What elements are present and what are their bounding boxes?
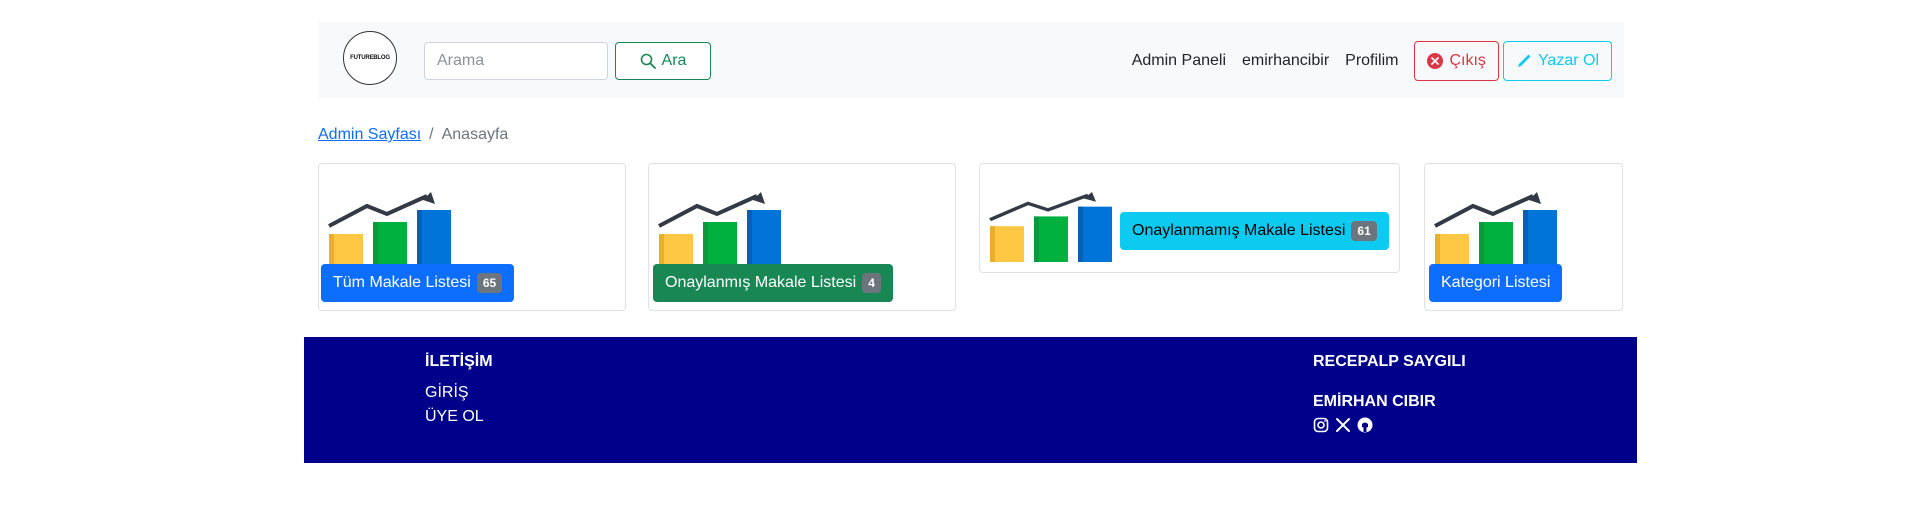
logo[interactable]: FUTUREBLOG xyxy=(343,31,397,85)
close-circle-icon xyxy=(1427,53,1444,69)
navbar: FUTUREBLOG Ara Admin Paneli emirhancibir… xyxy=(318,22,1624,98)
pencil-icon xyxy=(1517,54,1531,67)
search-icon xyxy=(640,53,656,69)
logo-text: FUTUREBLOG xyxy=(350,55,390,61)
count-badge: 65 xyxy=(476,273,503,293)
footer-authors-column: RECEPALP SAYGILI EMİRHAN CIBIR xyxy=(1313,353,1466,433)
footer-signup-link[interactable]: ÜYE OL xyxy=(425,405,493,429)
card-all-articles: Tüm Makale Listesi 65 xyxy=(318,163,626,311)
footer-contact-column: İLETİŞİM GİRİŞ ÜYE OL xyxy=(425,353,493,429)
card-label: Kategori Listesi xyxy=(1441,274,1551,291)
footer-login-link[interactable]: GİRİŞ xyxy=(425,381,493,405)
nav-admin-panel[interactable]: Admin Paneli xyxy=(1132,52,1226,70)
breadcrumb-separator: / xyxy=(429,126,434,143)
card-label: Onaylanmamış Makale Listesi xyxy=(1132,222,1346,239)
search-input[interactable] xyxy=(424,42,608,80)
footer-author1: RECEPALP SAYGILI xyxy=(1313,353,1466,370)
count-badge: 4 xyxy=(862,273,881,293)
count-badge: 61 xyxy=(1351,221,1377,241)
card-button-approved-articles[interactable]: Onaylanmış Makale Listesi 4 xyxy=(653,264,893,302)
become-writer-button[interactable]: Yazar Ol xyxy=(1502,41,1612,81)
card-approved-articles: Onaylanmış Makale Listesi 4 xyxy=(648,163,956,311)
logout-button[interactable]: Çıkış xyxy=(1414,41,1499,81)
card-button-all-articles[interactable]: Tüm Makale Listesi 65 xyxy=(321,264,515,302)
footer: İLETİŞİM GİRİŞ ÜYE OL RECEPALP SAYGILI E… xyxy=(304,337,1637,463)
x-icon[interactable] xyxy=(1335,417,1351,433)
breadcrumb-parent[interactable]: Admin Sayfası xyxy=(318,126,421,144)
search-button[interactable]: Ara xyxy=(615,42,711,80)
footer-contact-title: İLETİŞİM xyxy=(425,353,493,370)
card-button-unapproved-articles[interactable]: Onaylanmamış Makale Listesi 61 xyxy=(1120,212,1389,250)
breadcrumb-current: Anasayfa xyxy=(441,126,509,143)
card-label: Onaylanmış Makale Listesi xyxy=(665,274,857,291)
footer-author2: EMİRHAN CIBIR xyxy=(1313,393,1436,410)
search-button-label: Ara xyxy=(661,52,687,69)
card-categories: Kategori Listesi xyxy=(1424,163,1623,311)
card-label: Tüm Makale Listesi xyxy=(333,274,471,291)
become-writer-label: Yazar Ol xyxy=(1537,52,1599,69)
growth-chart-icon xyxy=(989,192,1112,262)
github-icon[interactable] xyxy=(1357,417,1373,433)
nav-profile[interactable]: Profilim xyxy=(1345,52,1398,70)
instagram-icon[interactable] xyxy=(1313,417,1329,433)
card-unapproved-articles: Onaylanmamış Makale Listesi 61 xyxy=(979,163,1400,273)
nav-username[interactable]: emirhancibir xyxy=(1242,52,1329,70)
card-button-categories[interactable]: Kategori Listesi xyxy=(1429,264,1563,302)
logout-label: Çıkış xyxy=(1449,52,1486,69)
social-links xyxy=(1313,417,1466,433)
nav-right: Admin Paneli emirhancibir Profilim Çıkış… xyxy=(1132,41,1612,81)
breadcrumb: Admin Sayfası / Anasayfa xyxy=(318,126,508,144)
